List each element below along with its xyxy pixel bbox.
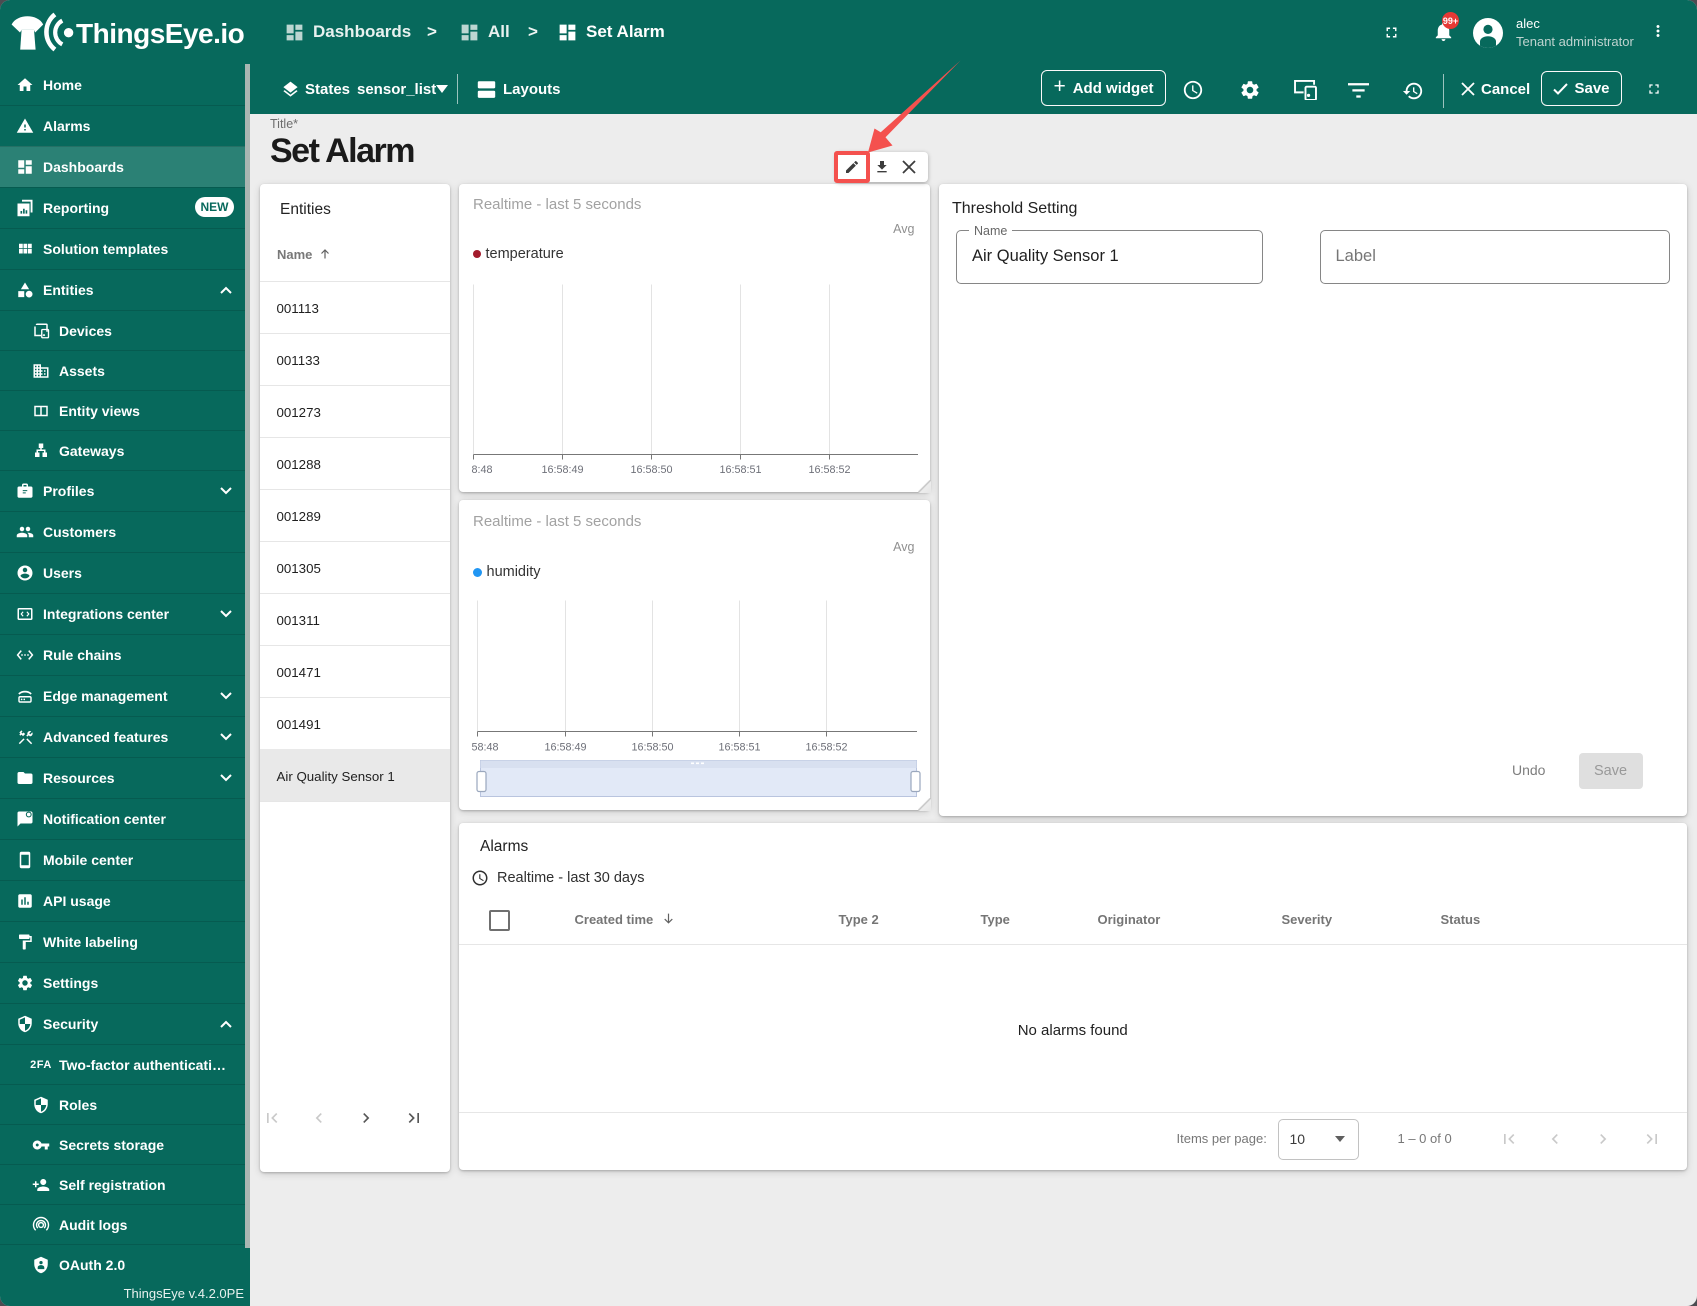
svg-text:16:58:49: 16:58:49 — [541, 464, 583, 476]
svg-text:58:48: 58:48 — [471, 742, 498, 754]
svg-text:16:58:51: 16:58:51 — [719, 464, 761, 476]
svg-text:16:58:50: 16:58:50 — [630, 464, 672, 476]
svg-text:16:58:52: 16:58:52 — [805, 742, 847, 754]
svg-text:8:48: 8:48 — [471, 464, 492, 476]
svg-text:16:58:52: 16:58:52 — [808, 464, 850, 476]
svg-text:16:58:50: 16:58:50 — [631, 742, 673, 754]
svg-text:16:58:49: 16:58:49 — [544, 742, 586, 754]
svg-text:16:58:51: 16:58:51 — [718, 742, 760, 754]
